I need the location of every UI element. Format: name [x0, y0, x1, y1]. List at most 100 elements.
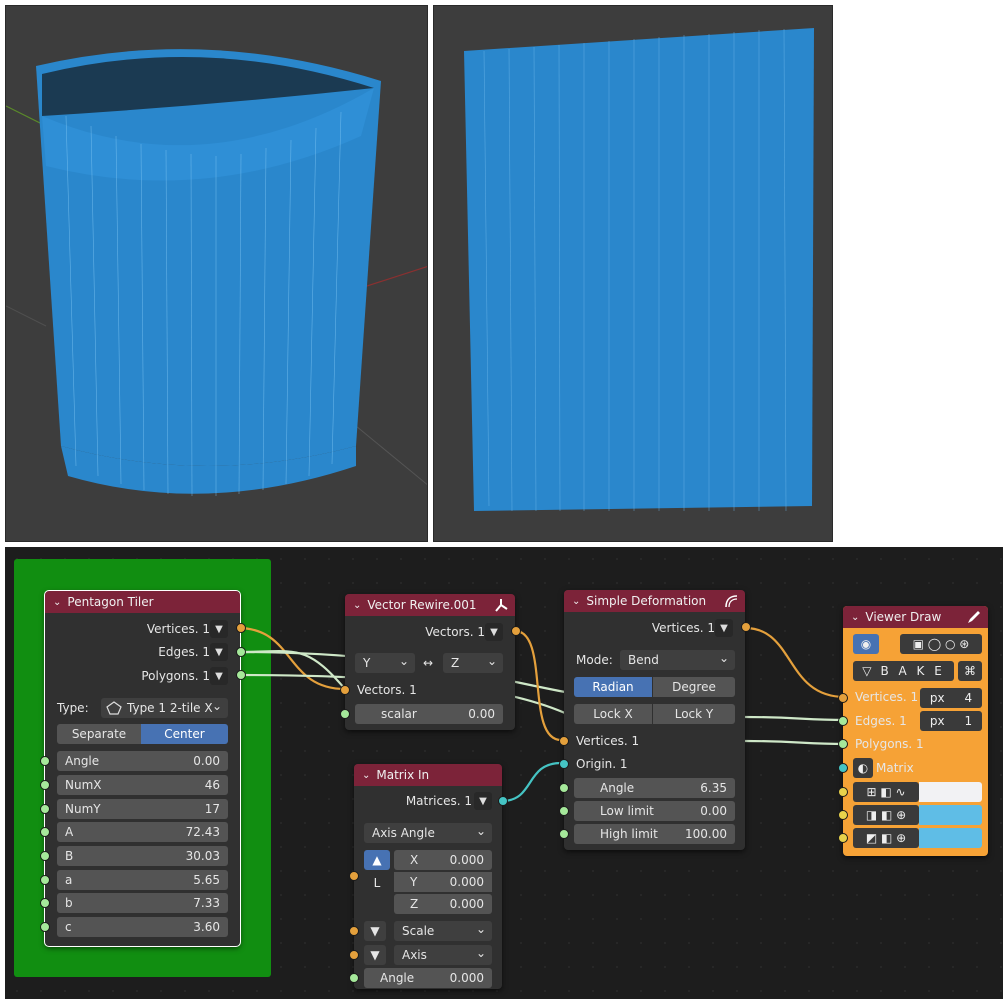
collapse-chevron-icon[interactable]: ⌄ — [353, 600, 361, 611]
polygons-socket[interactable] — [236, 670, 246, 680]
matrix-icon[interactable]: ◐ — [853, 758, 873, 778]
lock-y-button[interactable]: Lock Y — [653, 704, 735, 724]
sd-low-limit-field[interactable]: Low limit 0.00 — [574, 801, 735, 821]
viewer-polygons-socket[interactable] — [838, 739, 848, 749]
vector-rewire-node[interactable]: ⌄ Vector Rewire.001 Vectors. 1 ▼ Y ↔ Z V… — [340, 594, 521, 730]
matrix-angle-input-socket[interactable] — [349, 973, 359, 983]
matrix-in-node[interactable]: ⌄ Matrix In Matrices. 1 ▼ Axis Angle ▲ L… — [349, 764, 508, 989]
pentagon-tiler-header[interactable]: ⌄ Pentagon Tiler — [45, 591, 240, 613]
matrix-in-header[interactable]: ⌄ Matrix In — [354, 764, 502, 786]
lock-x-button[interactable]: Lock X — [574, 704, 652, 724]
edge-color-swatch[interactable] — [919, 805, 982, 825]
viewer-matrix-socket[interactable] — [838, 763, 848, 773]
scalar-input-socket[interactable] — [340, 709, 350, 719]
vector-rewire-header[interactable]: ⌄ Vector Rewire.001 — [345, 594, 515, 616]
vertex-color-swatch[interactable] — [919, 782, 982, 802]
edge-color-socket[interactable] — [838, 810, 848, 820]
pentagon-tiler-node[interactable]: ⌄ Pentagon Tiler Vertices. 1 ▼ Edges. 1 … — [40, 590, 246, 947]
axis-select[interactable]: Axis — [394, 945, 492, 965]
rewire-from-axis[interactable]: Y — [355, 653, 415, 673]
rewire-output-socket[interactable] — [511, 626, 521, 636]
a-input-socket[interactable] — [40, 827, 50, 837]
viewer-edges-socket[interactable] — [838, 716, 848, 726]
a-lower-input-socket[interactable] — [40, 875, 50, 885]
sd-output-socket[interactable] — [741, 622, 751, 632]
vertices-socket[interactable] — [236, 623, 246, 633]
numx-input-socket[interactable] — [40, 780, 50, 790]
viewer-draw-node[interactable]: ⌄ Viewer Draw ◉ ▣ ◯ ○ ⊛ ▽ B A K E ⌘ Verti… — [838, 606, 988, 856]
mode-separate-button[interactable]: Separate — [57, 724, 141, 744]
viewer-vertices-socket[interactable] — [838, 693, 848, 703]
matrix-angle-field[interactable]: Angle 0.000 — [364, 968, 492, 988]
poly-color-options-icon[interactable]: ◩ ◧ ⊕ — [853, 828, 919, 848]
eye-icon[interactable]: ◉ — [853, 634, 879, 654]
edges-dropdown-icon[interactable]: ▼ — [210, 643, 228, 661]
matrix-output-dropdown-icon[interactable]: ▼ — [474, 792, 492, 810]
axis-input-socket[interactable] — [349, 950, 359, 960]
bake-button[interactable]: ▽ B A K E — [853, 661, 954, 681]
vertex-color-options-icon[interactable]: ⊞ ◧ ∿ — [853, 782, 919, 802]
b-lower-input-socket[interactable] — [40, 898, 50, 908]
loc-y-field[interactable]: Y 0.000 — [394, 872, 492, 892]
sd-output-dropdown-icon[interactable]: ▼ — [715, 619, 733, 637]
sd-low-input-socket[interactable] — [559, 806, 569, 816]
param-c[interactable]: c 3.60 — [57, 917, 228, 937]
c-input-socket[interactable] — [40, 922, 50, 932]
param-a-upper[interactable]: A 72.43 — [57, 822, 228, 842]
rewire-input-socket[interactable] — [340, 685, 350, 695]
sd-origin-input-socket[interactable] — [559, 759, 569, 769]
viewer-draw-header[interactable]: ⌄ Viewer Draw — [843, 606, 988, 628]
collapse-chevron-icon[interactable]: ⌄ — [362, 770, 370, 781]
collapse-chevron-icon[interactable]: ⌄ — [851, 612, 859, 623]
vertices-px-field[interactable]: px 4 — [920, 688, 982, 708]
sd-angle-input-socket[interactable] — [559, 783, 569, 793]
b-input-socket[interactable] — [40, 851, 50, 861]
sd-high-input-socket[interactable] — [559, 829, 569, 839]
matrix-output-socket[interactable] — [498, 796, 508, 806]
edges-socket[interactable] — [236, 647, 246, 657]
simple-deformation-header[interactable]: ⌄ Simple Deformation — [564, 590, 745, 612]
edges-px-field[interactable]: px 1 — [920, 711, 982, 731]
loc-x-field[interactable]: X 0.000 — [394, 850, 492, 870]
matrix-mode-select[interactable]: Axis Angle — [364, 823, 492, 843]
collapse-chevron-icon[interactable]: ⌄ — [53, 597, 61, 608]
degree-button[interactable]: Degree — [653, 677, 735, 697]
rewire-to-axis[interactable]: Z — [443, 653, 503, 673]
sd-mode-select[interactable]: Bend — [620, 650, 735, 670]
param-b-upper[interactable]: B 30.03 — [57, 846, 228, 866]
angle-input-socket[interactable] — [40, 756, 50, 766]
scalar-field[interactable]: scalar 0.00 — [355, 704, 503, 724]
vertex-color-socket[interactable] — [838, 787, 848, 797]
collapse-chevron-icon[interactable]: ⌄ — [572, 596, 580, 607]
vertices-dropdown-icon[interactable]: ▼ — [210, 620, 228, 638]
param-b-lower[interactable]: b 7.33 — [57, 893, 228, 913]
sd-high-limit-field[interactable]: High limit 100.00 — [574, 824, 735, 844]
param-a-lower[interactable]: a 5.65 — [57, 870, 228, 890]
rewire-output-dropdown-icon[interactable]: ▼ — [485, 623, 503, 641]
viewport-left[interactable] — [5, 5, 428, 542]
param-numy[interactable]: NumY 17 — [57, 799, 228, 819]
axis-toggle-icon[interactable]: ▼ — [364, 945, 386, 965]
display-mode-icons[interactable]: ▣ ◯ ○ ⊛ — [900, 634, 982, 654]
mode-center-button[interactable]: Center — [141, 724, 228, 744]
loc-z-field[interactable]: Z 0.000 — [394, 894, 492, 914]
sd-vertices-input-socket[interactable] — [559, 736, 569, 746]
bake-options-icon[interactable]: ⌘ — [958, 661, 982, 681]
scale-input-socket[interactable] — [349, 926, 359, 936]
param-numx[interactable]: NumX 46 — [57, 775, 228, 795]
polygons-dropdown-icon[interactable]: ▼ — [210, 667, 228, 685]
simple-deformation-node[interactable]: ⌄ Simple Deformation Vertices. 1 ▼ Mode:… — [559, 590, 751, 850]
scale-toggle-icon[interactable]: ▼ — [364, 921, 386, 941]
node-editor[interactable]: ⌄ Pentagon Tiler Vertices. 1 ▼ Edges. 1 … — [5, 547, 1003, 999]
scale-select[interactable]: Scale — [394, 921, 492, 941]
poly-color-socket[interactable] — [838, 833, 848, 843]
numy-input-socket[interactable] — [40, 804, 50, 814]
viewport-right[interactable] — [433, 5, 833, 542]
sd-angle-field[interactable]: Angle 6.35 — [574, 778, 735, 798]
location-toggle-icon[interactable]: ▲ — [364, 850, 390, 870]
poly-color-swatch[interactable] — [919, 828, 982, 848]
location-input-socket[interactable] — [349, 871, 359, 881]
radian-button[interactable]: Radian — [574, 677, 652, 697]
param-angle[interactable]: Angle 0.00 — [57, 751, 228, 771]
edge-color-options-icon[interactable]: ◨ ◧ ⊕ — [853, 805, 919, 825]
